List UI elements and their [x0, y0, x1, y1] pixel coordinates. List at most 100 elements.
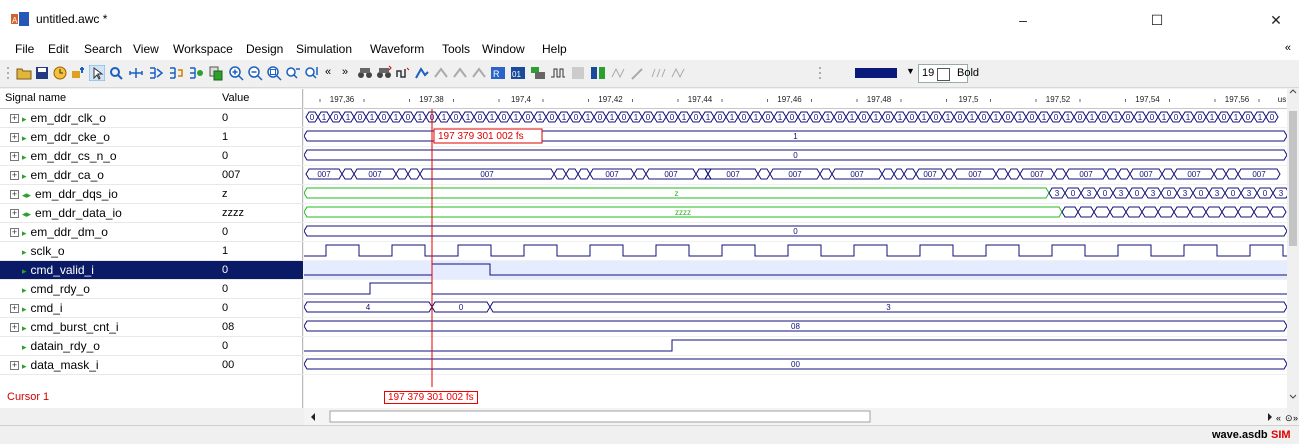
- stimulator-icon[interactable]: R: [490, 65, 506, 81]
- signal-row[interactable]: + ▸ em_ddr_cs_n_o 0: [0, 147, 303, 166]
- maximize-button[interactable]: ☐: [1134, 6, 1180, 34]
- expand-icon[interactable]: +: [10, 133, 19, 143]
- vertical-scrollbar[interactable]: [1287, 89, 1299, 408]
- zoom-out-icon[interactable]: [247, 65, 263, 81]
- scroll-right-icon[interactable]: »: [342, 66, 348, 78]
- expand-icon[interactable]: +: [10, 304, 19, 314]
- wave-em-ddr-clk-label: 0: [334, 113, 339, 122]
- zoom-cursor-icon[interactable]: [304, 65, 320, 81]
- scroll-up-icon[interactable]: [1289, 89, 1297, 94]
- signal-row[interactable]: + ▸ em_ddr_ca_o 007: [0, 166, 303, 185]
- wave-edit-icon[interactable]: [414, 65, 430, 81]
- signal-browser-icon[interactable]: [70, 65, 86, 81]
- signal-name: em_ddr_ca_o: [30, 168, 104, 182]
- zoom-reset-icon[interactable]: ⊙: [1285, 413, 1293, 423]
- wave-em-ddr-clk-label: 1: [802, 113, 807, 122]
- menu-simulation[interactable]: Simulation: [296, 42, 352, 56]
- bus-merge-icon[interactable]: [168, 65, 184, 81]
- horizontal-scroll-thumb[interactable]: [329, 410, 871, 423]
- expand-icon[interactable]: +: [10, 114, 19, 124]
- menu-view[interactable]: View: [133, 42, 159, 56]
- input-port-icon: ▸: [22, 266, 27, 276]
- zoom-in-icon[interactable]: [228, 65, 244, 81]
- edge-search-icon[interactable]: [395, 65, 411, 81]
- scroll-left-icon[interactable]: «: [325, 66, 331, 78]
- menu-waveform[interactable]: Waveform: [370, 42, 424, 56]
- horizontal-scrollbar[interactable]: « ⊙ »: [0, 408, 1299, 425]
- expand-icon[interactable]: +: [10, 361, 19, 371]
- close-button[interactable]: ✕: [1253, 6, 1299, 34]
- signal-row[interactable]: + ▸ cmd_burst_cnt_i 08: [0, 318, 303, 337]
- signal-row[interactable]: + ▸ cmd_i 0: [0, 299, 303, 318]
- copy-signals-icon[interactable]: [208, 65, 224, 81]
- pulse-icon[interactable]: [550, 65, 566, 81]
- menu-edit[interactable]: Edit: [48, 42, 69, 56]
- first-page-icon[interactable]: «: [1276, 413, 1281, 423]
- signal-row[interactable]: ▸ sclk_o 1: [0, 242, 303, 261]
- last-page-icon[interactable]: »: [1293, 413, 1298, 423]
- wave-color-swatch[interactable]: [855, 68, 897, 78]
- zoom-range-icon[interactable]: [285, 65, 301, 81]
- expand-icon[interactable]: +: [10, 323, 19, 333]
- signal-row[interactable]: ▸ cmd_rdy_o 0: [0, 280, 303, 299]
- signal-row[interactable]: + ▸ em_ddr_dm_o 0: [0, 223, 303, 242]
- wave-em-ddr-ca-label: 007: [1139, 170, 1153, 179]
- expand-icon[interactable]: +: [10, 228, 19, 238]
- menu-window[interactable]: Window: [482, 42, 525, 56]
- value-header[interactable]: Value: [222, 89, 249, 108]
- save-icon[interactable]: [34, 65, 50, 81]
- signal-name: em_ddr_data_io: [35, 206, 122, 220]
- menu-collapse-icon[interactable]: «: [1285, 42, 1291, 54]
- signal-row[interactable]: + ▸ data_mask_i 00: [0, 356, 303, 375]
- binary-icon[interactable]: 01: [510, 65, 526, 81]
- wave-em-ddr-clk-label: 0: [526, 113, 531, 122]
- expand-icon[interactable]: +: [10, 190, 19, 200]
- cursor-time-label[interactable]: 197 379 301 002 fs: [384, 391, 478, 404]
- bold-checkbox[interactable]: [937, 68, 950, 81]
- signal-row[interactable]: + ▸ em_ddr_clk_o 0: [0, 109, 303, 128]
- status-mode: SIM: [1271, 429, 1291, 441]
- compare-icon[interactable]: [590, 65, 606, 81]
- signal-row[interactable]: + ▸ em_ddr_cke_o 1: [0, 128, 303, 147]
- toolbar: « » R 01 ▼ 19 Bold: [0, 60, 1299, 88]
- zoom-icon[interactable]: [108, 65, 124, 81]
- color-dropdown-icon[interactable]: ▼: [906, 66, 915, 76]
- expand-icon[interactable]: +: [10, 171, 19, 181]
- signal-row[interactable]: ▸ cmd_valid_i 0: [0, 261, 303, 280]
- minimize-button[interactable]: –: [1000, 6, 1046, 34]
- menu-help[interactable]: Help: [542, 42, 567, 56]
- menu-tools[interactable]: Tools: [442, 42, 470, 56]
- signal-row[interactable]: + ◂▸ em_ddr_data_io zzzz: [0, 204, 303, 223]
- expand-icon[interactable]: +: [10, 152, 19, 162]
- clock-icon[interactable]: [52, 65, 68, 81]
- scroll-down-icon[interactable]: [1289, 394, 1297, 399]
- open-icon[interactable]: [16, 65, 32, 81]
- waveform-canvas[interactable]: 197,36 197,38 197,4 197,42 197,44 197,46 197,4…: [304, 89, 1287, 387]
- wave-em-ddr-dqs-toggle-label: 0: [1231, 189, 1236, 198]
- expand-icon[interactable]: +: [10, 209, 19, 219]
- waveform-pane[interactable]: 197,36 197,38 197,4 197,42 197,44 197,46 197,4…: [304, 89, 1287, 387]
- find-previous-icon[interactable]: [357, 65, 373, 81]
- pointer-icon[interactable]: [89, 65, 105, 81]
- output-port-icon: ▸: [22, 285, 27, 295]
- signal-group-icon[interactable]: [530, 65, 546, 81]
- bus-virtual-icon[interactable]: [188, 65, 204, 81]
- signal-row[interactable]: + ◂▸ em_ddr_dqs_io z: [0, 185, 303, 204]
- time-tick-label: 197,48: [867, 95, 892, 104]
- find-next-icon[interactable]: [376, 65, 392, 81]
- wave-em-ddr-clk-label: 0: [670, 113, 675, 122]
- signal-name-header[interactable]: Signal name: [5, 89, 66, 108]
- menu-search[interactable]: Search: [84, 42, 122, 56]
- menu-file[interactable]: File: [15, 42, 34, 56]
- bus-split-icon[interactable]: [148, 65, 164, 81]
- menu-workspace[interactable]: Workspace: [173, 42, 233, 56]
- window-title: untitled.awc *: [36, 12, 108, 26]
- measure-icon[interactable]: [128, 65, 144, 81]
- wave-em-ddr-ca: [577, 168, 591, 180]
- wave-em-ddr-ca-label: 007: [788, 170, 802, 179]
- menu-design[interactable]: Design: [246, 42, 283, 56]
- wave-em-ddr-dqs-toggle-label: 3: [1087, 189, 1092, 198]
- zoom-fit-icon[interactable]: [266, 65, 282, 81]
- vertical-scroll-thumb[interactable]: [1289, 111, 1297, 246]
- signal-row[interactable]: ▸ datain_rdy_o 0: [0, 337, 303, 356]
